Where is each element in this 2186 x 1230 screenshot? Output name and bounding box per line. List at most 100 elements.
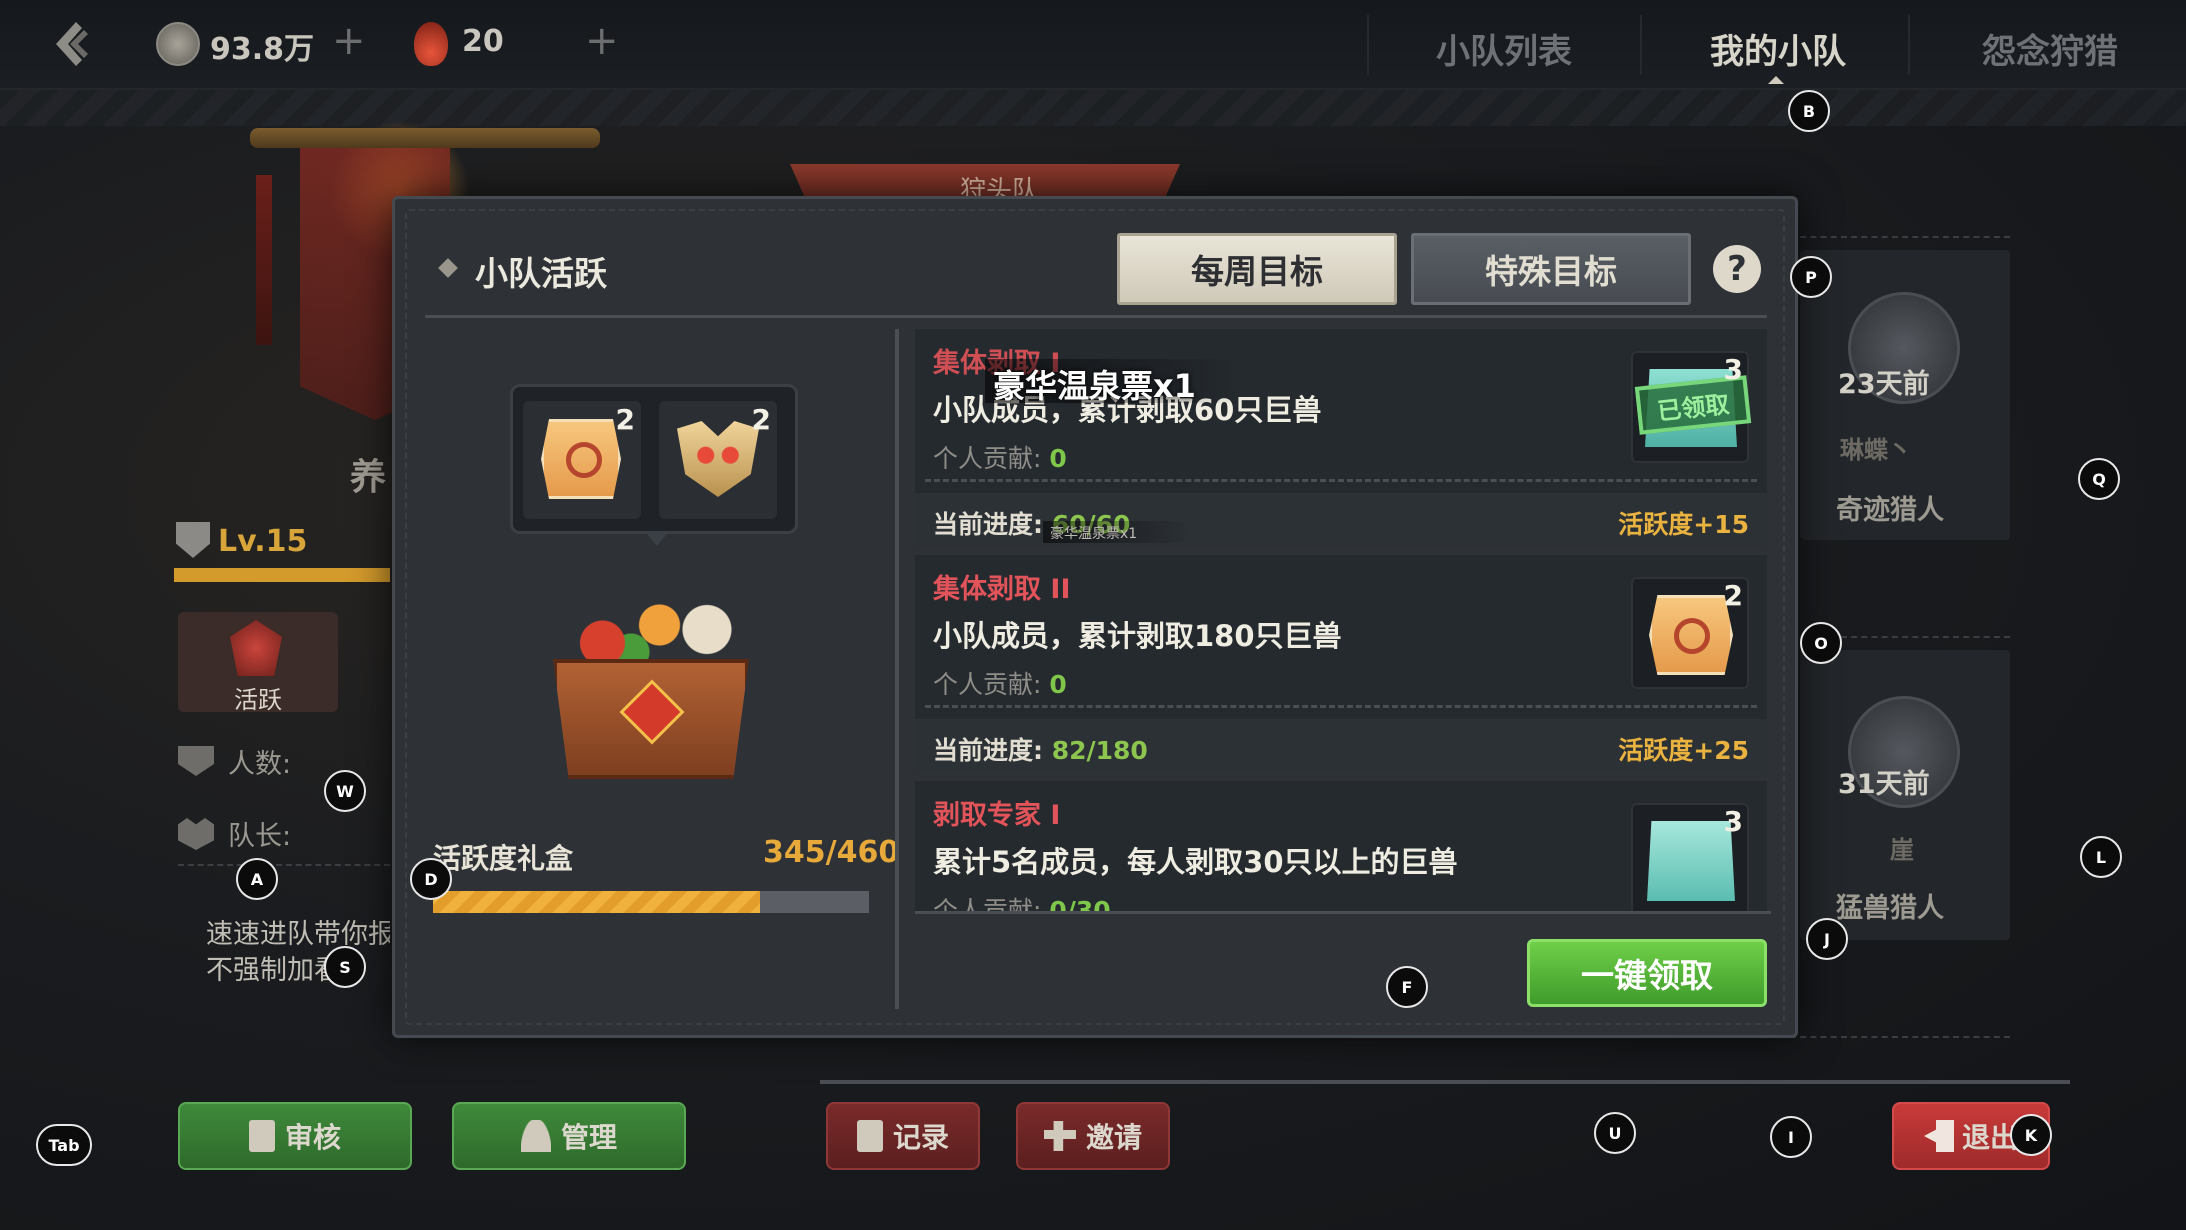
manage-button[interactable]: 管理 (452, 1102, 686, 1170)
key-hint-l: L (2080, 836, 2122, 878)
coin-icon (156, 22, 200, 66)
invite-icon (1043, 1121, 1076, 1151)
member-last-online: 31天前 (1838, 769, 1930, 800)
title-diamond-icon (438, 258, 458, 278)
member-title: 猛兽猎人 (1836, 893, 1944, 924)
gift-progress-track (433, 891, 869, 913)
gift-reward-tray: 2 2 (510, 384, 798, 546)
banner-tassel-icon (256, 175, 272, 345)
monster-ticket-icon (1647, 821, 1735, 901)
reward-count: 2 (751, 403, 771, 436)
dashed-line (1790, 1036, 2010, 1038)
task-activity-gain: 活跃度+15 (1618, 510, 1749, 539)
decorative-strip (0, 90, 2186, 126)
add-coin-button[interactable]: + (332, 18, 366, 64)
member-name: 琳蝶丶 (1840, 436, 1912, 464)
claim-all-button[interactable]: 一键领取 (1527, 939, 1767, 1007)
reward-slot[interactable]: 2 (523, 401, 641, 519)
key-hint-o: O (1800, 622, 1842, 664)
reward-count: 3 (1723, 805, 1743, 838)
back-icon[interactable] (50, 18, 102, 70)
tab-weekly-goals[interactable]: 每周目标 (1117, 233, 1397, 305)
team-level: Lv.15 (218, 524, 308, 559)
task-divider (925, 479, 1757, 482)
side-divider (178, 864, 390, 866)
key-hint-k: K (2010, 1114, 2052, 1156)
active-tab-marker (1768, 76, 1784, 84)
member-card[interactable]: 31天前 崖 猛兽猎人 (1800, 650, 2010, 940)
gift-box-icon[interactable] (535, 589, 765, 779)
modal-title: 小队活跃 (475, 254, 607, 293)
key-hint-w: W (324, 770, 366, 812)
reward-toast: 豪华温泉票x1 (993, 367, 1196, 405)
member-last-online: 23天前 (1838, 369, 1930, 400)
add-gem-button[interactable]: + (585, 18, 619, 64)
exit-icon (1923, 1120, 1954, 1152)
activity-tile[interactable]: 活跃 (178, 612, 338, 714)
activity-icon (230, 620, 282, 676)
task-divider (925, 705, 1757, 708)
mask-icon (677, 421, 759, 497)
reward-toast-small: 豪华温泉票x1 (1050, 526, 1138, 542)
invite-label: 邀请 (1085, 1121, 1142, 1154)
gift-box-label: 活跃度礼盒 (433, 842, 574, 875)
task-reward[interactable]: 2 (1631, 577, 1749, 689)
task-reward[interactable]: 已领取 3 (1631, 351, 1752, 463)
task-reward[interactable]: 3 (1631, 803, 1749, 914)
member-card[interactable]: 23天前 琳蝶丶 奇迹猎人 (1800, 250, 2010, 540)
task-contribution: 个人贡献: 0 (933, 670, 1067, 699)
task-activity-gain: 活跃度+25 (1618, 736, 1749, 765)
leader-label: 队长: (228, 821, 292, 852)
ticket-icon (541, 419, 621, 499)
task-card: 剥取专家 I 累计5名成员，每人剥取30只以上的巨兽 个人贡献: 0/30 3 (915, 781, 1767, 914)
task-card: 集体剥取 II 小队成员，累计剥取180只巨兽 个人贡献: 0 当前进度: 82… (915, 555, 1767, 773)
tab-my-team[interactable]: 我的小队 (1710, 24, 1846, 73)
person-icon (520, 1120, 551, 1152)
gift-progress-fill (433, 891, 760, 913)
clipboard-icon (248, 1120, 275, 1152)
nav-separator (1908, 15, 1910, 75)
tab-special-goals[interactable]: 特殊目标 (1411, 233, 1691, 305)
key-hint-j: J (1806, 918, 1848, 960)
key-hint-tab: Tab (36, 1124, 92, 1166)
key-hint-p: P (1790, 256, 1832, 298)
task-list[interactable]: 集体剥取 I 小队成员，累计剥取60只巨兽 个人贡献: 0 当前进度: 60/6… (915, 329, 1775, 914)
task-list-bottom-border (915, 911, 1771, 914)
invite-button[interactable]: 邀请 (1016, 1102, 1170, 1170)
reward-count: 3 (1723, 353, 1743, 386)
reward-slot[interactable]: 2 (659, 401, 777, 519)
reward-count: 2 (615, 403, 635, 436)
document-icon (856, 1120, 883, 1152)
review-button[interactable]: 审核 (178, 1102, 412, 1170)
tab-grudge-hunt[interactable]: 怨念狩猎 (1982, 24, 2118, 73)
gem-icon (414, 22, 448, 66)
banner-pole-icon (250, 128, 600, 148)
key-hint-u: U (1594, 1112, 1636, 1154)
members-label: 人数: (228, 749, 292, 780)
modal-column-divider (895, 329, 899, 1009)
member-title: 奇迹猎人 (1836, 495, 1944, 526)
task-footer: 当前进度: 82/180 活跃度+25 (915, 719, 1767, 773)
key-hint-s: S (324, 946, 366, 988)
list-underline (820, 1080, 2070, 1084)
task-description: 小队成员，累计剥取180只巨兽 (933, 619, 1342, 653)
manage-label: 管理 (560, 1121, 617, 1154)
help-button[interactable]: ? (1713, 245, 1761, 293)
record-button[interactable]: 记录 (826, 1102, 980, 1170)
key-hint-b: B (1788, 90, 1830, 132)
key-hint-a: A (236, 858, 278, 900)
key-hint-q: Q (2078, 458, 2120, 500)
gem-amount: 20 (462, 24, 504, 59)
team-activity-modal: 小队活跃 每周目标 特殊目标 ? 2 2 活跃度礼盒 345/460 集体剥取 … (392, 196, 1798, 1038)
reward-count: 2 (1723, 579, 1743, 612)
task-title: 集体剥取 II (933, 574, 1071, 605)
modal-header-divider (425, 315, 1767, 318)
key-hint-f: F (1386, 966, 1428, 1008)
review-label: 审核 (284, 1121, 341, 1154)
tab-team-list[interactable]: 小队列表 (1436, 24, 1572, 73)
key-hint-i: I (1770, 1116, 1812, 1158)
task-description: 累计5名成员，每人剥取30只以上的巨兽 (933, 845, 1458, 879)
task-contribution: 个人贡献: 0 (933, 444, 1067, 473)
tray-pointer (647, 534, 667, 546)
record-label: 记录 (892, 1121, 949, 1154)
